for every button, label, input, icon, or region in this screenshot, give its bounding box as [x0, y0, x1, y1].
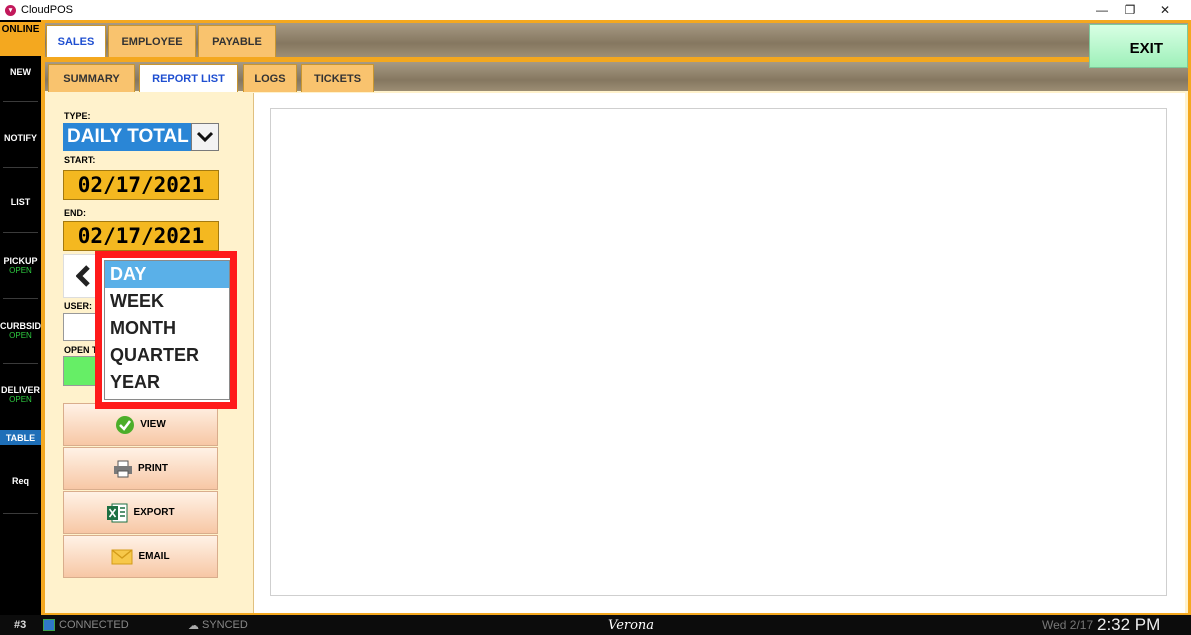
- checkmark-icon: [115, 415, 135, 435]
- nav-new[interactable]: NEW: [0, 67, 41, 77]
- status-bar: #3 CONNECTED ☁ SYNCED Verona Wed 2/17 2:…: [0, 615, 1191, 635]
- tab-report-list[interactable]: REPORT LIST: [139, 64, 238, 92]
- status-date: Wed 2/17: [1042, 618, 1094, 632]
- excel-icon: [106, 503, 128, 523]
- window-title: CloudPOS: [21, 4, 73, 16]
- window-titlebar: ▾ CloudPOS — ❐ ✕: [0, 0, 1191, 20]
- nav-notify-label: NOTIFY: [4, 133, 37, 143]
- tab-sales[interactable]: SALES: [46, 25, 106, 57]
- period-option-day[interactable]: DAY: [105, 261, 229, 288]
- connected-status: CONNECTED: [43, 615, 129, 635]
- nav-new-label: NEW: [10, 67, 31, 77]
- exit-button[interactable]: EXIT: [1089, 24, 1188, 68]
- terminal-number: #3: [14, 619, 27, 631]
- printer-icon: [113, 460, 133, 478]
- nav-pickup-status: OPEN: [9, 266, 32, 275]
- nav-list-label: LIST: [10, 197, 31, 207]
- period-option-quarter[interactable]: QUARTER: [105, 342, 229, 369]
- nav-divider: [3, 101, 38, 102]
- email-button[interactable]: EMAIL: [63, 535, 218, 578]
- nav-req-label: Req: [11, 476, 29, 486]
- tab-tickets[interactable]: TICKETS: [301, 64, 374, 92]
- app-logo-icon: ▾: [5, 4, 16, 16]
- synced-label: SYNCED: [202, 619, 248, 631]
- print-button[interactable]: PRINT: [63, 447, 218, 490]
- sync-status: ☁ SYNCED: [188, 615, 248, 635]
- network-icon: [43, 619, 55, 631]
- type-label: TYPE:: [64, 111, 91, 121]
- report-viewer: [270, 108, 1167, 596]
- nav-notify[interactable]: NOTIFY: [0, 133, 41, 143]
- exit-label: EXIT: [1129, 40, 1163, 57]
- type-value: DAILY TOTAL: [63, 123, 191, 151]
- export-label: EXPORT: [133, 507, 175, 518]
- view-label: VIEW: [140, 419, 166, 430]
- start-label: START:: [64, 155, 96, 165]
- nav-curbside-status: OPEN: [9, 331, 32, 340]
- open-label: OPEN T: [64, 345, 98, 355]
- chevron-left-icon: [76, 265, 90, 287]
- envelope-icon: [111, 548, 133, 565]
- store-name: Verona: [608, 617, 655, 633]
- nav-divider: [3, 167, 38, 168]
- export-button[interactable]: EXPORT: [63, 491, 218, 534]
- left-nav: ONLINE NEW NOTIFY LIST PICKUP OPEN CURBSI…: [0, 20, 41, 615]
- online-status-bar: [0, 37, 41, 56]
- nav-curbside[interactable]: CURBSID OPEN: [0, 321, 41, 341]
- tab-summary[interactable]: SUMMARY: [48, 64, 135, 92]
- email-label: EMAIL: [138, 551, 170, 562]
- status-time: 2:32 PM: [1097, 615, 1161, 634]
- end-label: END:: [64, 208, 86, 218]
- period-option-week[interactable]: WEEK: [105, 288, 229, 315]
- user-label: USER:: [64, 301, 93, 311]
- nav-pickup[interactable]: PICKUP OPEN: [0, 256, 41, 276]
- nav-req[interactable]: Req: [0, 476, 41, 486]
- online-status: ONLINE: [0, 22, 41, 37]
- start-date-field[interactable]: 02/17/2021: [63, 170, 219, 200]
- period-option-year[interactable]: YEAR: [105, 369, 229, 396]
- restore-button[interactable]: ❐: [1114, 0, 1146, 20]
- tab-logs[interactable]: LOGS: [243, 64, 297, 92]
- nav-divider: [3, 232, 38, 233]
- nav-divider: [3, 363, 38, 364]
- tab-employee[interactable]: EMPLOYEE: [108, 25, 196, 57]
- cloud-icon: ☁: [188, 619, 199, 632]
- nav-table[interactable]: TABLE: [0, 430, 41, 445]
- end-date-field[interactable]: 02/17/2021: [63, 221, 219, 251]
- view-button[interactable]: VIEW: [63, 403, 218, 446]
- nav-delivery-status: OPEN: [9, 395, 32, 404]
- nav-list[interactable]: LIST: [0, 197, 41, 207]
- chevron-down-icon[interactable]: [191, 123, 219, 151]
- nav-delivery-label: DELIVER: [0, 385, 40, 395]
- nav-pickup-label: PICKUP: [3, 256, 38, 266]
- nav-delivery[interactable]: DELIVER OPEN: [0, 385, 41, 405]
- nav-curbside-label: CURBSID: [0, 321, 42, 331]
- close-button[interactable]: ✕: [1149, 0, 1181, 20]
- connected-label: CONNECTED: [59, 619, 129, 631]
- nav-divider: [3, 513, 38, 514]
- print-label: PRINT: [138, 463, 168, 474]
- period-option-month[interactable]: MONTH: [105, 315, 229, 342]
- period-dropdown-list[interactable]: DAY WEEK MONTH QUARTER YEAR: [104, 260, 230, 400]
- type-select[interactable]: DAILY TOTAL: [63, 123, 219, 151]
- tab-payable[interactable]: PAYABLE: [198, 25, 276, 57]
- nav-divider: [3, 298, 38, 299]
